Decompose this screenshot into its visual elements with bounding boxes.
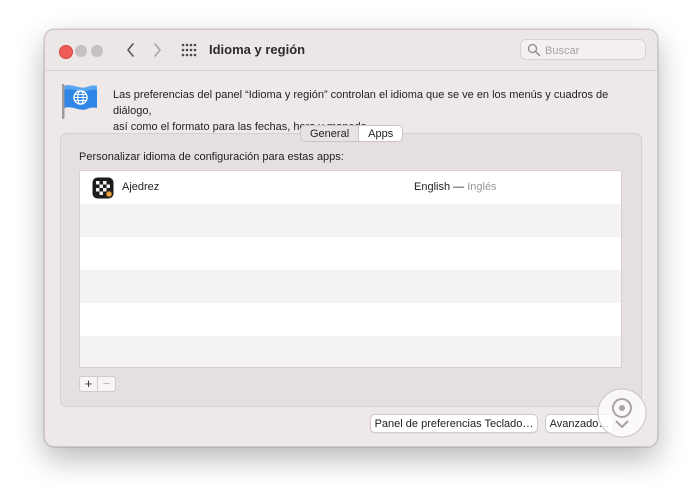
add-remove-control: + − [79,376,116,392]
app-name: Ajedrez [122,181,160,193]
preferences-window: Idioma y región Las preferencias del pan… [44,29,658,447]
forward-button[interactable] [147,40,167,60]
add-app-button[interactable]: + [80,377,98,391]
language-flag-icon [62,84,97,119]
search-field[interactable] [520,39,646,60]
list-item [80,237,621,270]
tab-general[interactable]: General [301,126,358,141]
tab-apps[interactable]: Apps [358,126,403,141]
zoom-button[interactable] [91,45,103,57]
chevron-left-icon [127,43,134,57]
list-item [80,270,621,303]
minimize-button[interactable] [75,45,87,57]
list-item[interactable]: Ajedrez English — Inglés [80,171,621,204]
show-all-button[interactable] [181,43,197,57]
back-button[interactable] [121,40,141,60]
remove-app-button[interactable]: − [98,377,115,391]
app-language[interactable]: English — Inglés [414,181,497,193]
list-item [80,303,621,336]
keyboard-preferences-button[interactable]: Panel de preferencias Teclado… [370,414,538,433]
search-icon [527,43,541,57]
apps-panel-label: Personalizar idioma de configuración par… [79,151,344,163]
list-item [80,204,621,237]
grid-icon [181,43,197,57]
title-bar: Idioma y región [45,30,657,71]
close-button[interactable] [59,45,73,59]
apps-list[interactable]: Ajedrez English — Inglés [79,170,622,368]
chevron-right-icon [154,43,161,57]
chess-icon [92,177,114,199]
tab-segmented-control: General Apps [300,125,404,142]
watermark-logo-icon [597,388,647,438]
list-item [80,336,621,367]
window-title: Idioma y región [209,42,306,57]
search-input[interactable] [543,41,645,60]
